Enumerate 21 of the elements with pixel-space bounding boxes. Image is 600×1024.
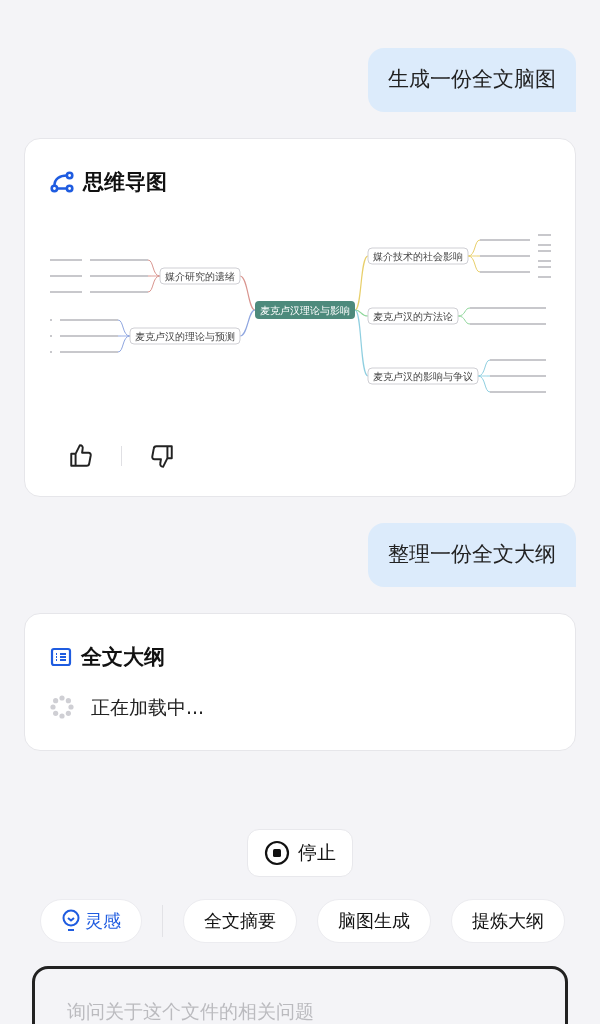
user-message-bubble: 生成一份全文脑图 <box>368 48 576 112</box>
stop-button[interactable]: 停止 <box>247 828 353 877</box>
suggestion-chip[interactable]: 灵感 <box>40 898 142 943</box>
leaf-lines-drawing <box>477 359 546 393</box>
lightbulb-icon <box>61 908 81 933</box>
card-title: 思维导图 <box>83 168 167 196</box>
branch-node: 媒介研究的遗绪 <box>159 267 241 285</box>
branch-node: 媒介技术的社会影响 <box>367 247 469 265</box>
question-input[interactable]: 询问关于这个文件的相关问题 <box>32 965 568 1024</box>
branch-node: 麦克卢汉的影响与争议 <box>367 367 479 385</box>
card-title: 全文大纲 <box>81 643 165 671</box>
root-node: 麦克卢汉理论与影响 <box>255 301 355 319</box>
suggestion-chip[interactable]: 全文摘要 <box>183 898 297 943</box>
loading-text: 正在加载中... <box>91 695 205 720</box>
loading-spinner-icon <box>49 694 75 721</box>
branch-node: 麦克卢汉的理论与预测 <box>129 327 241 345</box>
stop-icon <box>264 839 290 866</box>
suggestion-chip[interactable]: 提炼大纲 <box>451 898 565 943</box>
branch-node: 麦克卢汉的方法论 <box>367 307 459 325</box>
suggestion-chip[interactable]: 脑图生成 <box>317 898 431 943</box>
user-message-bubble: 整理一份全文大纲 <box>368 523 576 587</box>
